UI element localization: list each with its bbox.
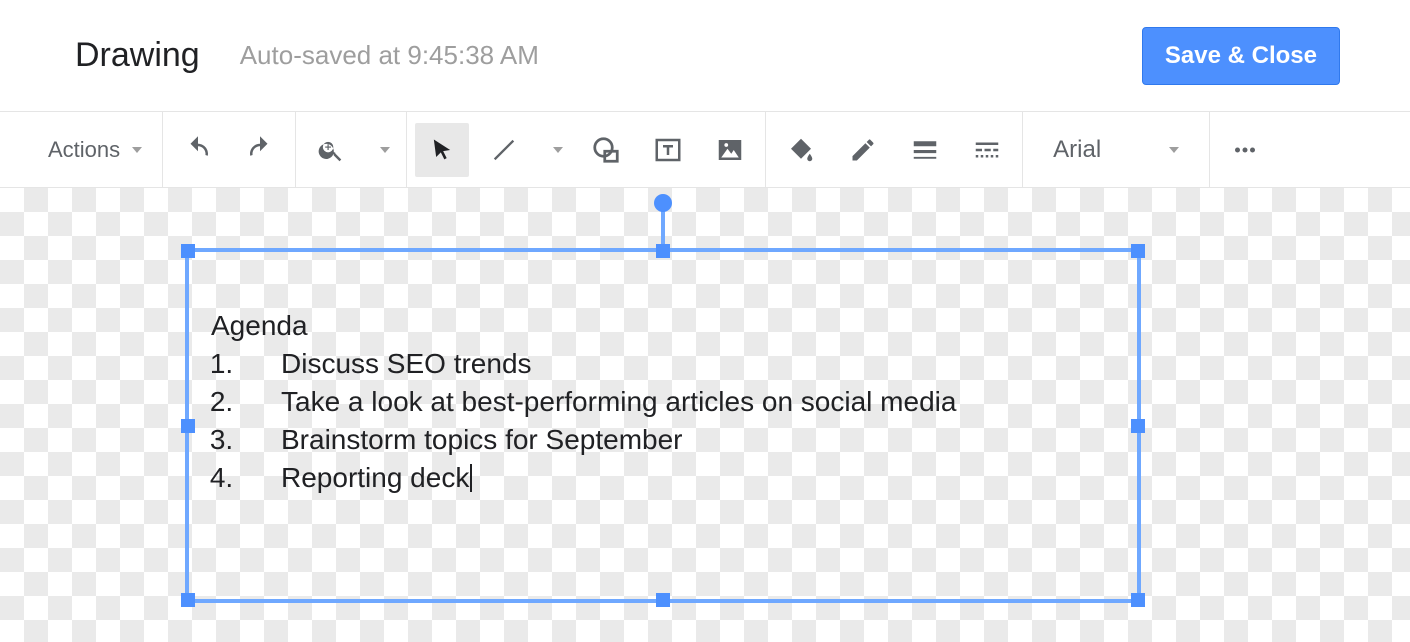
line-tool-dropdown[interactable] [539,123,571,177]
border-dash-button[interactable] [960,123,1014,177]
text-box-icon [653,135,683,165]
text-box-content[interactable]: Agenda Discuss SEO trends Take a look at… [189,252,1137,599]
undo-button[interactable] [171,123,225,177]
shape-tool-button[interactable] [579,123,633,177]
drawing-canvas[interactable]: Agenda Discuss SEO trends Take a look at… [0,188,1410,642]
list-item: Discuss SEO trends [241,348,1119,380]
fill-color-button[interactable] [774,123,828,177]
image-tool-button[interactable] [703,123,757,177]
list-item: Take a look at best-performing articles … [241,386,1119,418]
agenda-list: Discuss SEO trends Take a look at best-p… [241,348,1119,494]
zoom-dropdown[interactable] [366,123,398,177]
font-family-dropdown[interactable]: Arial [1031,123,1201,177]
chevron-down-icon [132,147,142,153]
list-item: Reporting deck [241,462,1119,494]
agenda-heading: Agenda [211,310,1119,342]
list-item: Brainstorm topics for September [241,424,1119,456]
redo-button[interactable] [233,123,287,177]
toolbar: Actions [0,112,1410,188]
chevron-down-icon [553,147,563,153]
border-weight-icon [910,135,940,165]
chevron-down-icon [1169,147,1179,153]
text-cursor [470,464,472,492]
line-icon [490,136,518,164]
pencil-icon [849,136,877,164]
line-tool-button[interactable] [477,123,531,177]
select-tool-button[interactable] [415,123,469,177]
border-weight-button[interactable] [898,123,952,177]
undo-icon [183,135,213,165]
fill-color-icon [786,135,816,165]
autosave-status: Auto-saved at 9:45:38 AM [240,40,539,71]
font-family-label: Arial [1053,136,1101,164]
more-horizontal-icon [1230,135,1260,165]
border-dash-icon [972,135,1002,165]
save-and-close-button[interactable]: Save & Close [1142,27,1340,85]
chevron-down-icon [380,147,390,153]
more-button[interactable] [1218,123,1272,177]
shape-icon [591,135,621,165]
selected-text-box[interactable]: Agenda Discuss SEO trends Take a look at… [185,248,1141,603]
rotation-handle[interactable] [654,194,672,212]
redo-icon [245,135,275,165]
zoom-button[interactable] [304,123,358,177]
cursor-icon [428,136,456,164]
actions-menu-label: Actions [48,137,120,163]
dialog-header: Drawing Auto-saved at 9:45:38 AM Save & … [0,0,1410,112]
dialog-title: Drawing [75,36,200,75]
image-icon [715,135,745,165]
actions-menu[interactable]: Actions [36,123,154,177]
text-box-tool-button[interactable] [641,123,695,177]
zoom-icon [317,136,345,164]
border-color-button[interactable] [836,123,890,177]
